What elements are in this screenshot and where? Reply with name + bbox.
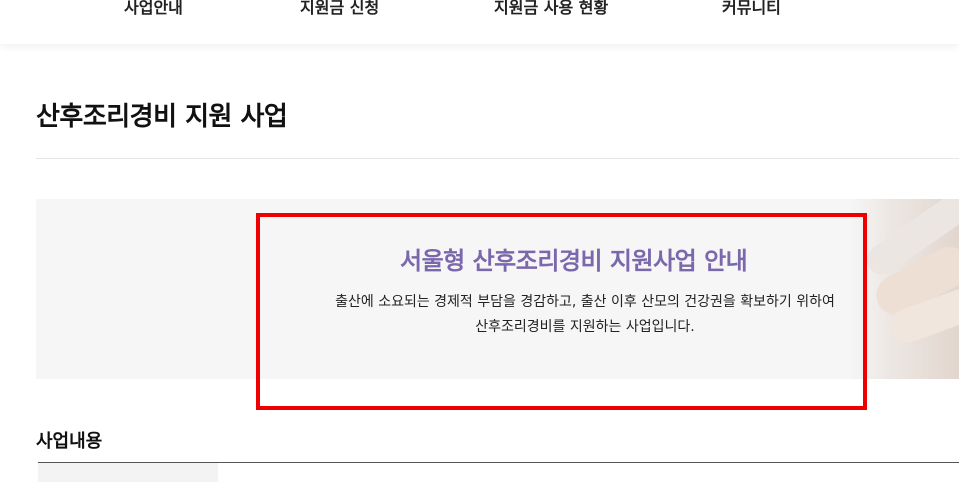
banner-hands-image (849, 199, 959, 379)
banner-description-line-1: 출산에 소요되는 경제적 부담을 경감하고, 출산 이후 산모의 건강권을 확보… (335, 294, 835, 310)
banner-description-line-2: 산후조리경비를 지원하는 사업입니다. (475, 319, 695, 335)
nav-item-business-info[interactable]: 사업안내 (124, 0, 183, 18)
section-title-business-content: 사업내용 (36, 431, 103, 452)
title-divider (36, 158, 959, 159)
nav-item-apply[interactable]: 지원금 신청 (300, 0, 379, 18)
nav-item-usage-status[interactable]: 지원금 사용 현황 (494, 0, 608, 18)
top-navigation: 사업안내 지원금 신청 지원금 사용 현황 커뮤니티 (0, 0, 959, 44)
table-header-cell (38, 463, 218, 482)
nav-item-community[interactable]: 커뮤니티 (722, 0, 781, 18)
banner-heading: 서울형 산후조리경비 지원사업 안내 (400, 247, 748, 275)
info-banner (36, 199, 959, 379)
banner-description: 출산에 소요되는 경제적 부담을 경감하고, 출산 이후 산모의 건강권을 확보… (300, 290, 870, 340)
page-title: 산후조리경비 지원 사업 (36, 102, 288, 132)
